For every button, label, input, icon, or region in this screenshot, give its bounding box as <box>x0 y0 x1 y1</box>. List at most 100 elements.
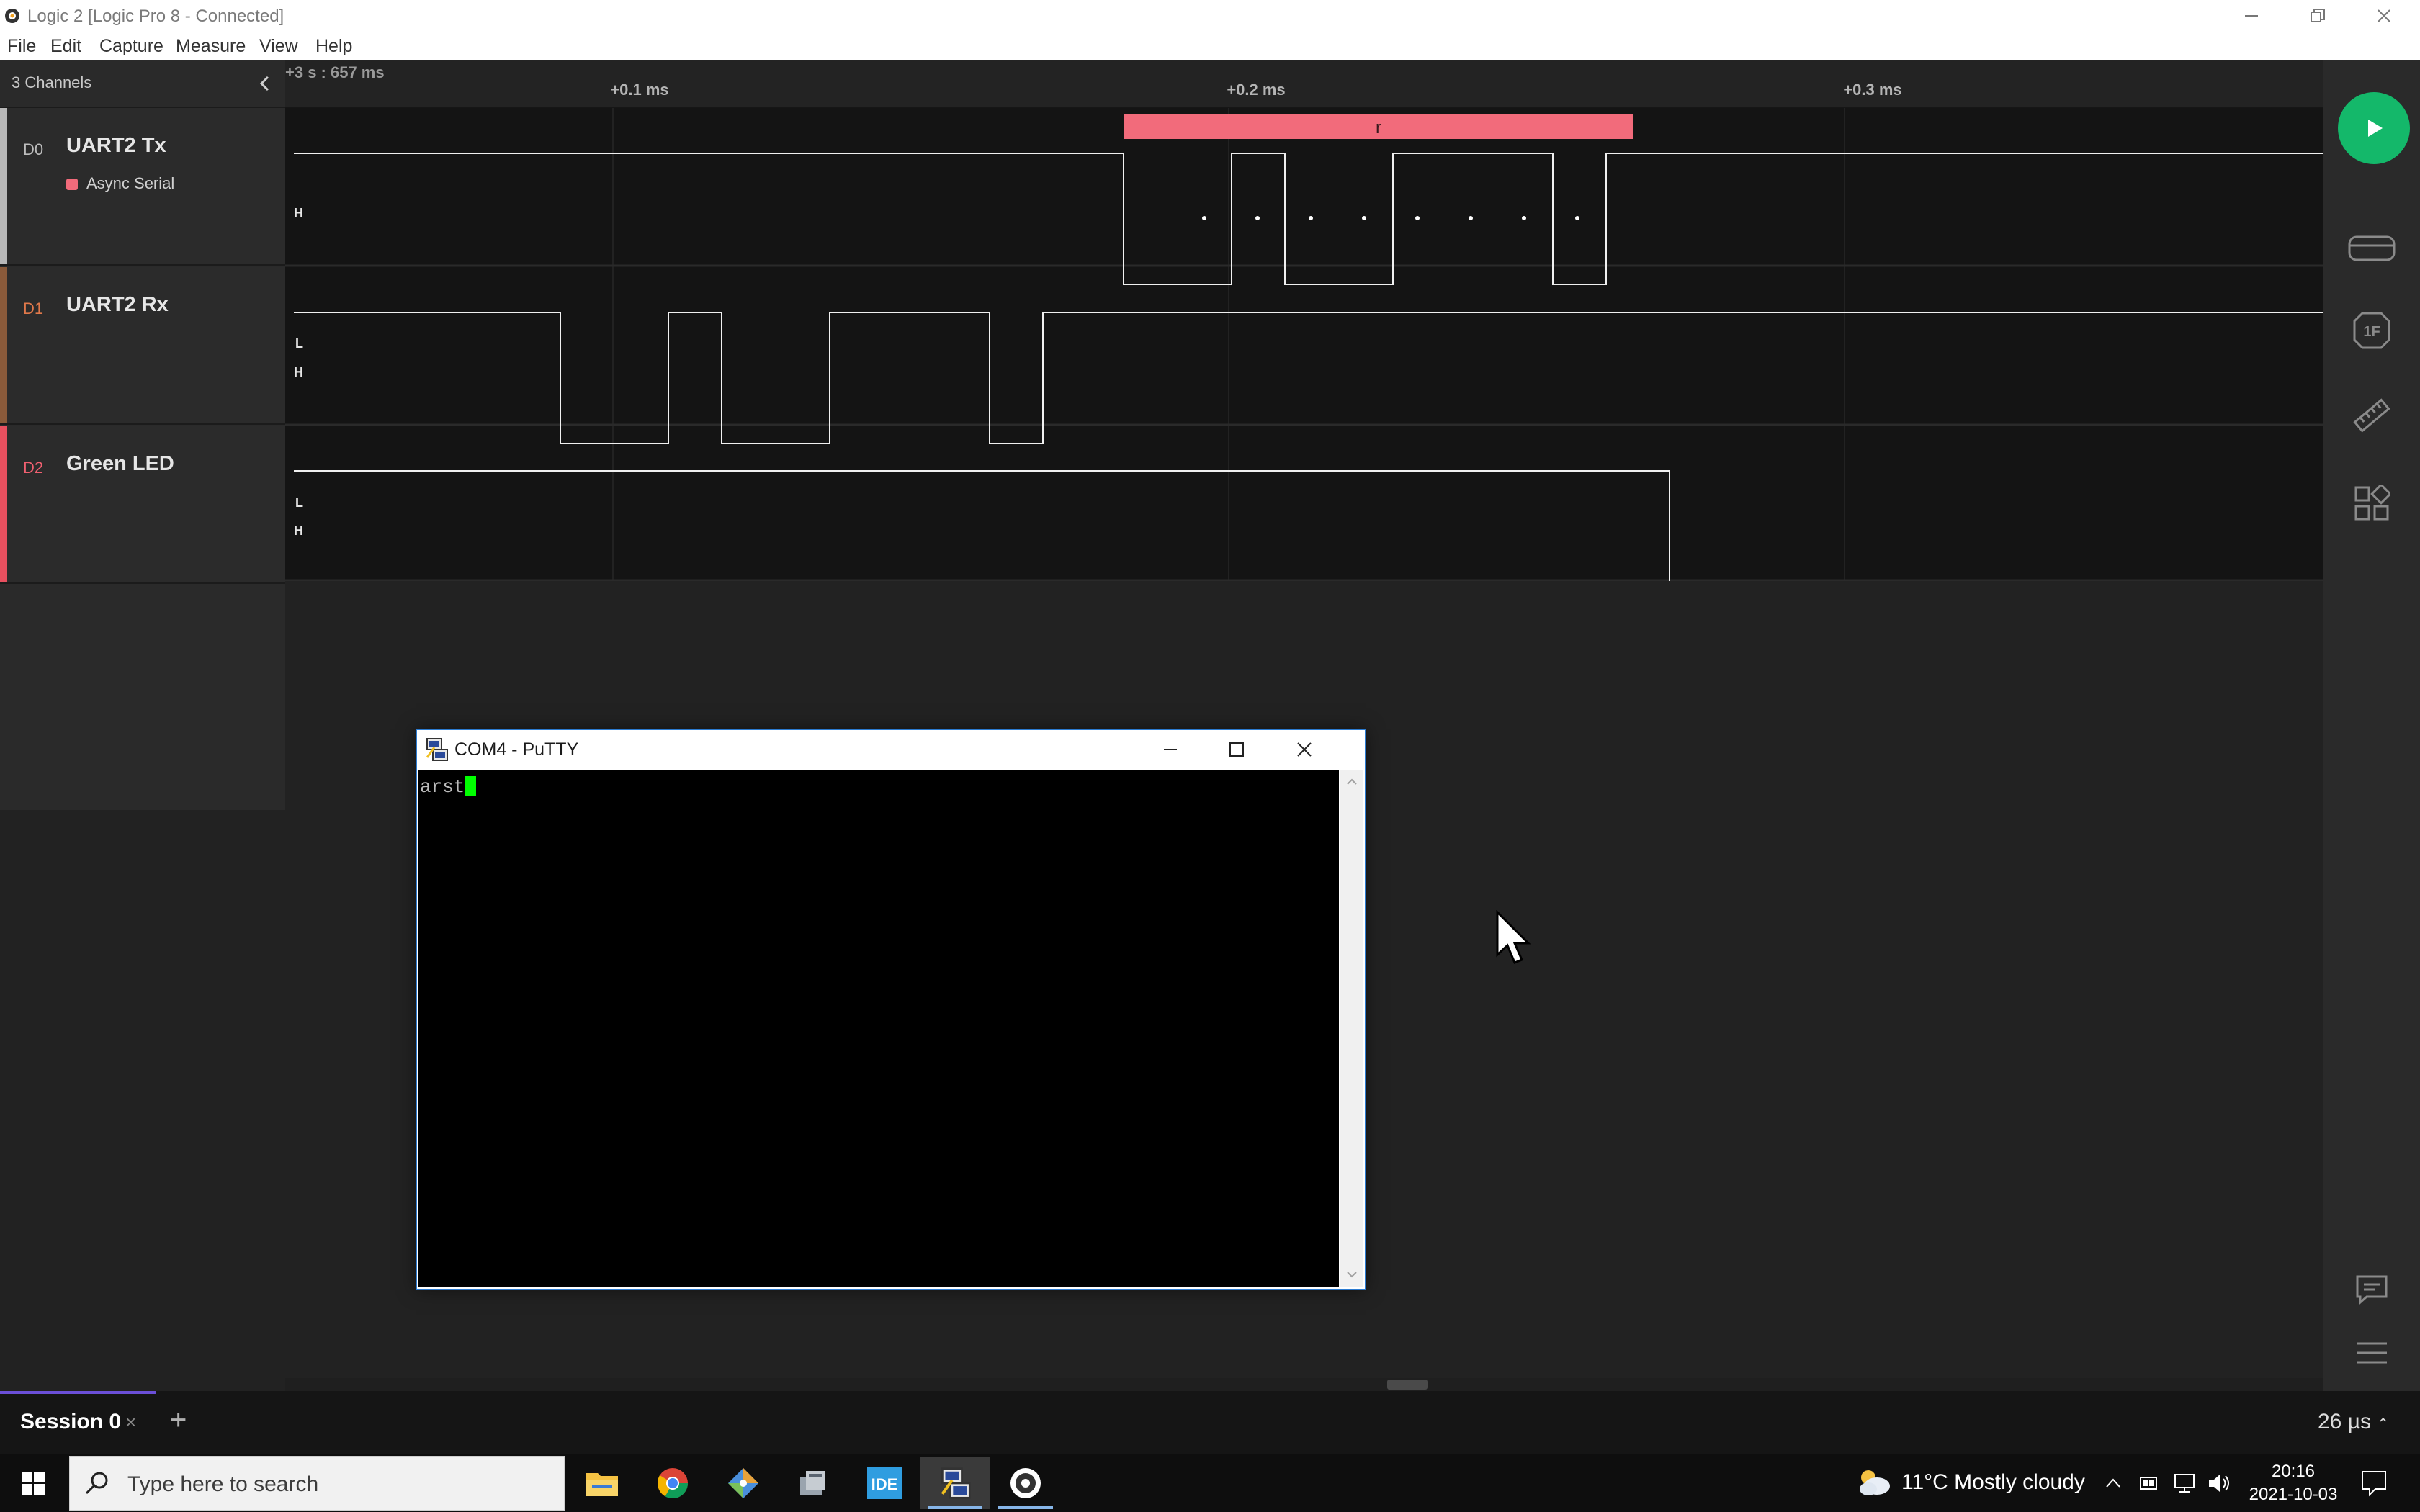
channel-color-strip <box>0 267 7 423</box>
restore-icon <box>2311 9 2325 22</box>
close-icon <box>2378 9 2390 22</box>
session-close-icon[interactable]: × <box>125 1411 136 1434</box>
weather-cloudy-icon[interactable] <box>1855 1466 1891 1498</box>
putty-close-button[interactable] <box>1271 730 1337 769</box>
chevron-up-icon: ⌃ <box>2377 1416 2390 1432</box>
menu-view[interactable]: View <box>259 36 298 57</box>
taskbar-app-toolbox[interactable] <box>779 1457 848 1509</box>
search-placeholder: Type here to search <box>127 1472 319 1496</box>
timing-readout[interactable]: 26 µs ⌃ <box>2318 1410 2389 1434</box>
taskbar-app-explorer[interactable] <box>568 1457 637 1509</box>
analyzers-icon: 1F <box>2353 312 2390 349</box>
menu-file[interactable]: File <box>7 36 36 57</box>
putty-maximize-button[interactable] <box>1204 730 1270 769</box>
device-settings-button[interactable] <box>2347 223 2397 274</box>
analyzer-tag[interactable]: Async Serial <box>66 174 174 193</box>
close-button[interactable] <box>2351 0 2417 32</box>
minimize-icon <box>2245 15 2258 17</box>
putty-window[interactable]: COM4 - PuTTY arst <box>416 729 1366 1290</box>
network-icon[interactable] <box>2172 1472 2197 1495</box>
putty-title: COM4 - PuTTY <box>454 739 579 760</box>
clock-time: 20:16 <box>2271 1462 2316 1481</box>
weather-text[interactable]: 11°C Mostly cloudy <box>1901 1470 2085 1495</box>
taskbar-app-putty[interactable] <box>920 1457 990 1509</box>
putty-scrollbar[interactable] <box>1340 770 1363 1287</box>
level-markers: H L H L H L <box>294 206 303 538</box>
start-capture-button[interactable] <box>2338 92 2410 164</box>
main-menu-button[interactable] <box>2347 1328 2397 1378</box>
channel-id: D2 <box>23 459 44 477</box>
chat-icon <box>2356 1275 2388 1305</box>
putty-terminal[interactable]: arst <box>418 770 1339 1287</box>
channel-name[interactable]: UART2 Tx <box>66 134 166 158</box>
scroll-down-icon[interactable] <box>1345 1267 1359 1282</box>
extensions-button[interactable] <box>2347 478 2397 528</box>
channel-color-strip <box>0 426 7 582</box>
terminal-cursor <box>465 776 477 796</box>
session-tab-name: Session 0 <box>20 1410 122 1434</box>
terminal-line: arst <box>420 776 477 798</box>
windows-logo-icon <box>22 1472 45 1495</box>
taskbar-app-ide[interactable]: IDE <box>850 1457 919 1509</box>
taskbar-clock[interactable]: 20:16 2021-10-03 <box>2243 1460 2344 1506</box>
taskbar-app-logic[interactable] <box>991 1457 1060 1509</box>
time-ruler[interactable]: +3 s : 657 ms +0.1 ms +0.2 ms +0.3 ms <box>285 60 2323 108</box>
scroll-up-icon[interactable] <box>1345 775 1359 789</box>
level-high-d0: H <box>294 206 303 220</box>
active-app-underline <box>928 1506 982 1509</box>
channel-id: D0 <box>23 140 44 158</box>
channel-row-d0[interactable]: D0 UART2 Tx Async Serial <box>0 108 285 266</box>
maximize-icon <box>1229 742 1244 757</box>
sidebar-empty-area <box>0 810 285 1391</box>
window-title-bar: Logic 2 [Logic Pro 8 - Connected] <box>0 0 2420 32</box>
toolbox-icon <box>800 1471 825 1495</box>
taskbar-app-git[interactable] <box>709 1457 778 1509</box>
menu-capture[interactable]: Capture <box>99 36 163 57</box>
add-session-button[interactable]: + <box>170 1404 187 1436</box>
git-client-icon <box>728 1468 758 1498</box>
measure-ruler-icon <box>2353 398 2390 433</box>
level-low-d0: L <box>295 336 303 351</box>
channel-id: D1 <box>23 300 44 318</box>
notifications-icon[interactable] <box>2360 1469 2388 1498</box>
windows-taskbar: Type here to search IDE 11°C Mostly clou… <box>0 1454 2420 1512</box>
putty-minimize-button[interactable] <box>1137 730 1204 769</box>
putty-icon <box>426 738 448 761</box>
minimize-icon <box>1164 749 1177 750</box>
putty-title-bar[interactable]: COM4 - PuTTY <box>417 730 1365 769</box>
putty-icon <box>941 1467 971 1499</box>
start-button[interactable] <box>0 1454 66 1512</box>
minimize-button[interactable] <box>2218 0 2285 32</box>
ide-icon: IDE <box>867 1467 902 1499</box>
menu-help[interactable]: Help <box>315 36 352 57</box>
extensions-icon <box>2354 485 2390 521</box>
search-icon <box>85 1472 108 1495</box>
scrollbar-thumb[interactable] <box>1387 1380 1428 1390</box>
collapse-sidebar-icon[interactable] <box>254 72 277 95</box>
channel-row-d1[interactable]: D1 UART2 Rx <box>0 267 285 425</box>
channel-name[interactable]: UART2 Rx <box>66 293 169 317</box>
time-tick: +0.3 ms <box>1843 81 1902 99</box>
analyzers-button[interactable]: 1F <box>2347 305 2397 356</box>
volume-icon[interactable] <box>2207 1472 2231 1495</box>
channel-name[interactable]: Green LED <box>66 452 174 476</box>
close-icon <box>1297 742 1312 757</box>
waveforms[interactable]: r H L H L H L <box>285 108 2323 581</box>
taskbar-search[interactable]: Type here to search <box>69 1456 565 1511</box>
session-tab-accent <box>0 1391 156 1394</box>
horizontal-scrollbar[interactable] <box>285 1378 2323 1391</box>
level-low-d1: L <box>295 495 303 510</box>
menu-measure[interactable]: Measure <box>176 36 246 57</box>
restore-button[interactable] <box>2285 0 2351 32</box>
timing-value: 26 µs <box>2318 1410 2371 1434</box>
feedback-button[interactable] <box>2347 1264 2397 1315</box>
session-tab[interactable]: Session 0 × <box>0 1391 156 1454</box>
usb-device-icon[interactable] <box>2136 1472 2161 1495</box>
taskbar-app-chrome[interactable] <box>638 1457 707 1509</box>
channel-row-d2[interactable]: D2 Green LED <box>0 426 285 584</box>
chrome-icon <box>657 1468 688 1499</box>
logic-app-icon <box>5 9 19 23</box>
menu-edit[interactable]: Edit <box>50 36 81 57</box>
measurements-button[interactable] <box>2347 390 2397 441</box>
chevron-up-icon[interactable] <box>2103 1473 2123 1493</box>
